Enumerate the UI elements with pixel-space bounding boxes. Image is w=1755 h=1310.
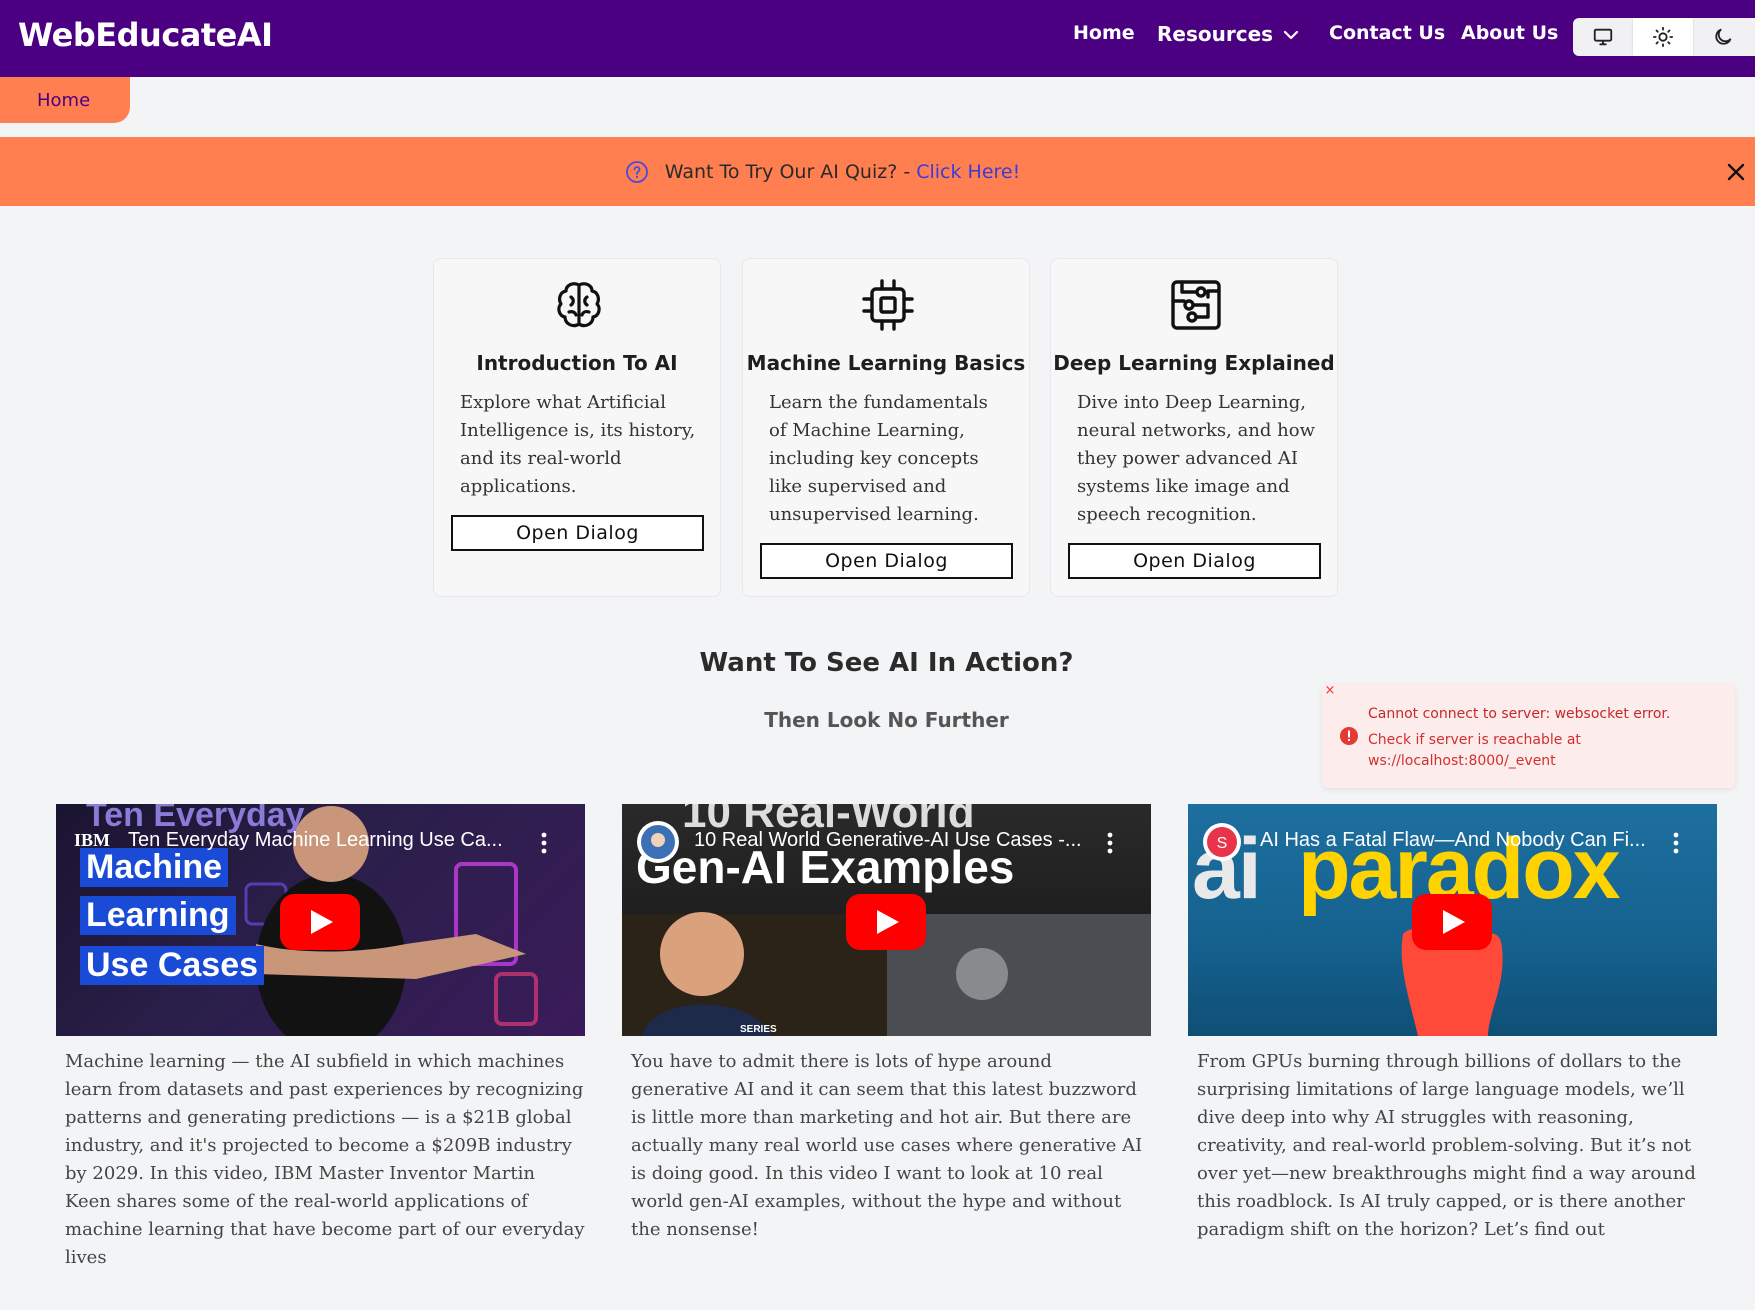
brand-logo[interactable]: WebEducateAI <box>18 16 273 54</box>
topic-card-deep-learning: Deep Learning Explained Dive into Deep L… <box>1050 258 1338 597</box>
moon-icon <box>1715 28 1732 45</box>
thumb-text: Machine <box>80 848 229 887</box>
channel-logo[interactable]: IBM <box>74 830 110 851</box>
play-button-icon[interactable] <box>1412 894 1492 950</box>
cpu-chip-icon <box>862 279 914 331</box>
open-dialog-button[interactable]: Open Dialog <box>760 543 1013 579</box>
nav-about-link[interactable]: About Us <box>1461 22 1558 44</box>
nav-contact-link[interactable]: Contact Us <box>1329 22 1445 44</box>
top-navbar: WebEducateAI Home Resources Contact Us A… <box>0 0 1755 77</box>
section-title: Want To See AI In Action? <box>699 648 1074 678</box>
card-title: Machine Learning Basics <box>746 351 1026 375</box>
error-alert-icon <box>1340 727 1358 745</box>
video-description: You have to admit there is lots of hype … <box>631 1051 1143 1240</box>
video-embed-ai-paradox[interactable]: ai paradox S AI Has a Fatal Flaw—And Nob… <box>1188 804 1717 1036</box>
toast-title: Cannot connect to server: websocket erro… <box>1368 706 1671 722</box>
chevron-down-icon[interactable] <box>1281 25 1301 45</box>
circuit-board-icon <box>1171 280 1221 330</box>
theme-system-button[interactable] <box>1573 18 1633 56</box>
channel-avatar-icon[interactable]: S <box>1202 822 1242 862</box>
monitor-icon <box>1593 28 1613 46</box>
topic-card-ml-basics: Machine Learning Basics Learn the fundam… <box>742 258 1030 597</box>
more-options-icon[interactable] <box>541 832 547 854</box>
video-title[interactable]: 10 Real World Generative-AI Use Cases -.… <box>694 829 1082 852</box>
banner-quiz-link[interactable]: Click Here! <box>916 161 1020 183</box>
nav-home-link[interactable]: Home <box>1073 22 1135 44</box>
play-button-icon[interactable] <box>280 894 360 950</box>
quiz-banner: Want To Try Our AI Quiz? - Click Here! <box>0 137 1755 206</box>
more-options-icon[interactable] <box>1673 832 1679 854</box>
theme-toggle <box>1573 18 1755 56</box>
card-title: Introduction To AI <box>476 351 678 375</box>
theme-dark-button[interactable] <box>1693 18 1753 56</box>
open-dialog-button[interactable]: Open Dialog <box>1068 543 1321 579</box>
video-description: From GPUs burning through billions of do… <box>1197 1051 1696 1240</box>
thumb-text: Learning <box>80 896 236 935</box>
topic-card-intro-ai: Introduction To AI Explore what Artifici… <box>433 258 721 597</box>
play-button-icon[interactable] <box>846 894 926 950</box>
thumb-text: SERIES <box>740 1024 777 1035</box>
breadcrumb-home[interactable]: Home <box>0 77 130 123</box>
channel-avatar-icon[interactable] <box>636 820 680 864</box>
brain-icon <box>557 282 601 328</box>
toast-close-icon[interactable]: × <box>1322 684 1338 700</box>
video-embed-gen-ai-examples[interactable]: 10 Real-World Gen-AI Examples SERIES 10 … <box>622 804 1151 1036</box>
question-circle-icon <box>625 160 648 183</box>
channel-logo: S <box>1217 835 1228 852</box>
video-title[interactable]: Ten Everyday Machine Learning Use Ca... <box>128 829 503 852</box>
card-description: Dive into Deep Learning, neural networks… <box>1077 392 1315 525</box>
nav-resources-link[interactable]: Resources <box>1157 22 1273 46</box>
error-toast: × Cannot connect to server: websocket er… <box>1322 684 1735 788</box>
card-title: Deep Learning Explained <box>1053 351 1335 375</box>
video-description: Machine learning — the AI subfield in wh… <box>65 1051 585 1268</box>
close-icon[interactable] <box>1721 157 1751 187</box>
theme-light-button[interactable] <box>1633 18 1693 56</box>
video-title[interactable]: AI Has a Fatal Flaw—And Nobody Can Fi... <box>1260 829 1646 852</box>
banner-text: Want To Try Our AI Quiz? - <box>664 160 917 183</box>
video-embed-ml-use-cases[interactable]: Ten Everyday Machine Learning Use Cases … <box>56 804 585 1036</box>
more-options-icon[interactable] <box>1107 832 1113 854</box>
open-dialog-button[interactable]: Open Dialog <box>451 515 704 551</box>
sun-icon <box>1652 26 1674 48</box>
toast-message: Check if server is reachable at ws://loc… <box>1368 732 1581 769</box>
card-description: Learn the fundamentals of Machine Learni… <box>769 392 988 525</box>
card-description: Explore what Artificial Intelligence is,… <box>460 392 696 497</box>
thumb-text: Use Cases <box>80 946 265 985</box>
